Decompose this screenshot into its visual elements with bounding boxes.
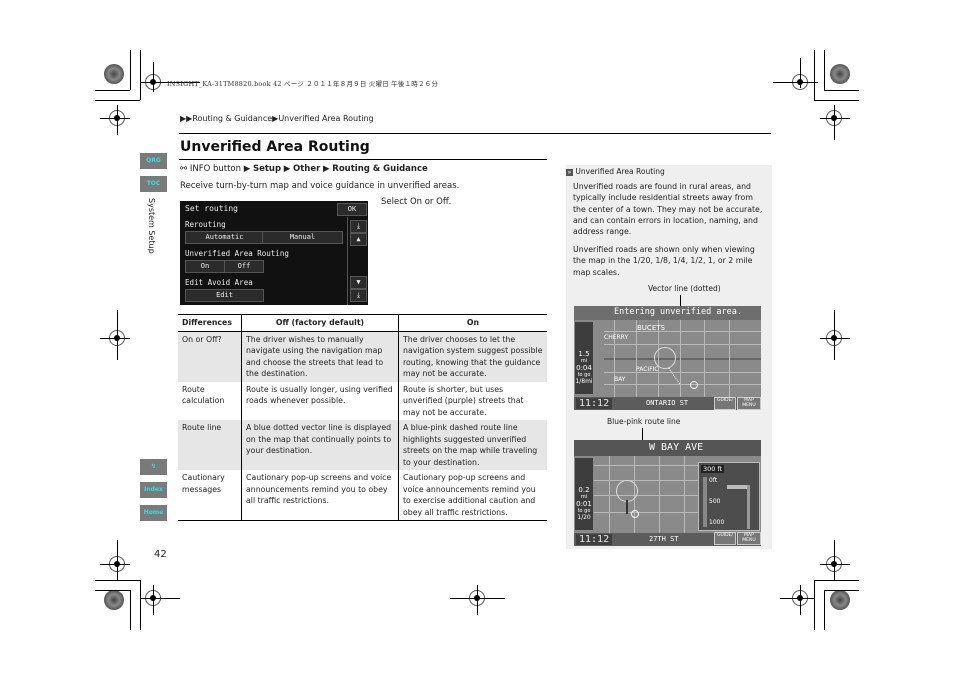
- row-off: A blue dotted vector line is displayed o…: [241, 420, 399, 470]
- nav-step-other: Other: [293, 164, 321, 174]
- row-label: Route line: [178, 420, 242, 470]
- guide-button[interactable]: GUIDE/: [714, 532, 736, 545]
- map-menu-button[interactable]: MAP MENU: [737, 397, 761, 410]
- destination-icon: [631, 510, 639, 518]
- row-on: Route is shorter, but uses unverified (p…: [398, 381, 547, 420]
- nav-separator-icon: ▶: [243, 164, 251, 174]
- row-label: Route calculation: [182, 384, 225, 406]
- destination-icon: [690, 381, 698, 389]
- rerouting-label: Rerouting: [185, 220, 226, 229]
- differences-table: Differences Off (factory default) On On …: [178, 314, 547, 521]
- breadcrumb-item[interactable]: Routing & Guidance: [192, 114, 272, 123]
- current-street: 27TH ST: [649, 535, 679, 543]
- rerouting-automatic-button[interactable]: Automatic: [185, 231, 264, 244]
- clock: 11:12: [576, 534, 613, 545]
- sidebar-note: » Unverified Area Routing Unverified roa…: [566, 165, 772, 549]
- page-title: Unverified Area Routing: [180, 139, 370, 155]
- unverified-label: Unverified Area Routing: [185, 249, 289, 258]
- map-route-line: W BAY AVE 300 ft 0ft 500 1000 0.2 mi 0:0…: [574, 440, 761, 546]
- toc-tab[interactable]: TOC: [140, 176, 167, 192]
- street-label: PACIFIC: [636, 366, 659, 373]
- table-header: Off (factory default): [241, 314, 399, 332]
- option-off: Off: [436, 197, 449, 207]
- sidebar-para-2: Unverified roads are shown only when vie…: [573, 245, 755, 277]
- home-tab[interactable]: Home: [140, 505, 167, 521]
- map-left-panel: 1.5 mi 0:04 to go 1/8mi: [575, 322, 593, 394]
- table-row: Route calculation Route is usually longe…: [178, 381, 547, 420]
- street-label: BAY: [614, 376, 626, 383]
- index-tab[interactable]: Index: [140, 482, 167, 498]
- turn-inset: 300 ft 0ft 500 1000: [698, 462, 760, 531]
- sidebar-para-1: Unverified roads are found in rural area…: [573, 182, 763, 237]
- map-left-panel: 0.2 mi 0:01 to go 1/20: [575, 458, 593, 530]
- nav-separator-icon: ▶: [283, 164, 291, 174]
- edit-avoid-button[interactable]: Edit: [185, 289, 264, 302]
- callout-vector-line: Vector line (dotted): [648, 284, 721, 293]
- note-icon: »: [566, 169, 573, 176]
- nav-separator-icon: ▶: [323, 164, 330, 174]
- map-vector-line: Entering unverified area. BUCETS CHERRY …: [574, 306, 761, 410]
- rerouting-manual-button[interactable]: Manual: [262, 231, 343, 244]
- row-off: Route is usually longer, using verified …: [241, 381, 399, 420]
- instruction-text: Select On or Off.: [381, 197, 452, 207]
- option-on: On: [409, 197, 423, 207]
- clock: 11:12: [576, 398, 613, 409]
- registration-disc-icon: [830, 64, 850, 84]
- scroll-bottom-icon[interactable]: ⤓: [350, 289, 367, 302]
- avoid-label: Edit Avoid Area: [185, 278, 253, 287]
- registration-disc-icon: [104, 64, 124, 84]
- turn-arrow-icon: [727, 485, 749, 489]
- row-on: Cautionary pop-up screens and voice anno…: [398, 470, 547, 521]
- ok-button[interactable]: OK: [337, 203, 367, 216]
- scroll-top-icon[interactable]: ⤓: [350, 220, 367, 233]
- table-header: On: [398, 314, 547, 332]
- section-label: System Setup: [147, 198, 156, 254]
- breadcrumb: ▶▶Routing & Guidance▶Unverified Area Rou…: [180, 114, 374, 123]
- registration-disc-icon: [104, 590, 124, 610]
- header-rule: [179, 133, 771, 134]
- voice-command-icon: ↯: [150, 463, 157, 470]
- table-header: Differences: [178, 314, 242, 332]
- breadcrumb-prefix-icon: ▶▶: [180, 114, 193, 123]
- scroll-up-icon[interactable]: ▲: [350, 233, 367, 246]
- route-line-blue-pink: [626, 500, 628, 514]
- table-row: Cautionary messages Cautionary pop-up sc…: [178, 470, 547, 521]
- title-rule: [179, 159, 547, 160]
- table-row: On or Off? The driver wishes to manually…: [178, 331, 547, 382]
- nav-start: INFO button: [189, 164, 242, 174]
- unverified-off-button[interactable]: Off: [224, 260, 264, 273]
- row-label: Cautionary messages: [178, 470, 242, 521]
- row-off: The driver wishes to manually navigate u…: [241, 331, 399, 382]
- unverified-on-button[interactable]: On: [185, 260, 225, 273]
- street-label: BUCETS: [637, 324, 665, 332]
- row-on: A blue-pink dashed route line highlights…: [398, 420, 547, 470]
- table-row: Route line A blue dotted vector line is …: [178, 420, 547, 470]
- print-line: INSIGHT_KA-31TM8820.book 42 ページ ２０１１年８月９…: [167, 80, 439, 88]
- page-number: 42: [154, 549, 167, 560]
- nav-path: ⚯ INFO button ▶ Setup ▶ Other ▶ Routing …: [180, 164, 428, 174]
- row-on: The driver chooses to let the navigation…: [398, 331, 547, 382]
- callout-route-line: Blue-pink route line: [607, 417, 681, 426]
- sidebar-heading: » Unverified Area Routing: [566, 167, 665, 176]
- set-routing-screen: Set routing OK Rerouting Automatic Manua…: [180, 201, 368, 305]
- street-label: CHERRY: [604, 334, 629, 341]
- screen-title: Set routing: [185, 204, 238, 213]
- scroll-down-icon[interactable]: ▼: [350, 276, 367, 289]
- row-off: Cautionary pop-up screens and voice anno…: [241, 470, 399, 521]
- info-button-icon: ⚯: [180, 164, 188, 174]
- voice-command-tab[interactable]: ↯: [140, 459, 167, 475]
- qrg-tab[interactable]: QRG: [140, 153, 167, 169]
- map-banner: Entering unverified area.: [574, 306, 761, 320]
- row-label: On or Off?: [178, 331, 242, 382]
- nav-step-routing: Routing & Guidance: [332, 164, 428, 174]
- map-banner: W BAY AVE: [574, 440, 761, 456]
- vehicle-position-icon: [616, 480, 638, 502]
- current-street: ONTARIO ST: [646, 399, 689, 407]
- map-menu-button[interactable]: MAP MENU: [737, 532, 761, 545]
- guide-button[interactable]: GUIDE/: [714, 397, 736, 410]
- registration-disc-icon: [830, 590, 850, 610]
- nav-step-setup: Setup: [252, 164, 282, 174]
- breadcrumb-item[interactable]: Unverified Area Routing: [278, 114, 373, 123]
- intro-text: Receive turn-by-turn map and voice guida…: [180, 181, 460, 191]
